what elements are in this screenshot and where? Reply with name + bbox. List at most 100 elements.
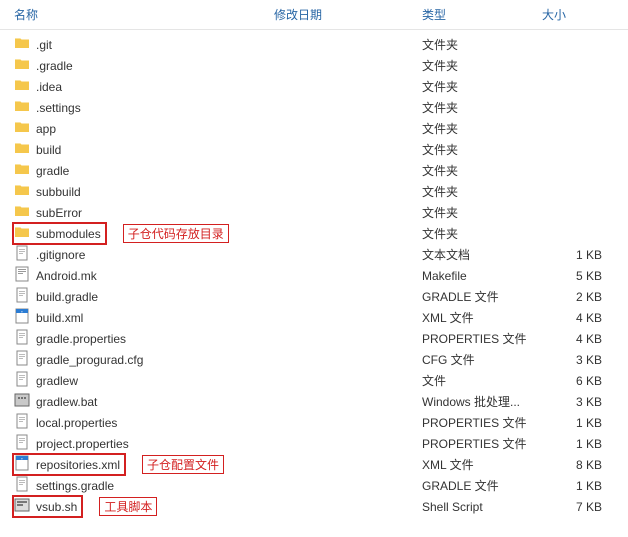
table-row[interactable]: .git 文件夹 [0, 34, 628, 55]
table-row[interactable]: settings.gradle GRADLE 文件1 KB [0, 475, 628, 496]
table-row[interactable]: app 文件夹 [0, 118, 628, 139]
annotation-label: 工具脚本 [99, 497, 157, 516]
table-row[interactable]: .gradle 文件夹 [0, 55, 628, 76]
file-list: .git文件夹.gradle文件夹.idea文件夹.settings文件夹app… [0, 30, 628, 517]
annotation-label: 子仓代码存放目录 [123, 224, 229, 243]
name-cell: settings.gradle [14, 476, 274, 495]
table-row[interactable]: .gitignore文本文档1 KB [0, 244, 628, 265]
sh-icon [14, 497, 30, 516]
name-cell: subError [14, 203, 274, 222]
file-name: build.xml [36, 311, 83, 325]
table-row[interactable]: gradle.properties PROPERTIES 文件4 KB [0, 328, 628, 349]
xml-icon: e [14, 308, 30, 327]
header-name[interactable]: 名称 [14, 6, 274, 23]
table-row[interactable]: ebuild.xmlXML 文件4 KB [0, 307, 628, 328]
file-name: .git [36, 38, 52, 52]
file-name: gradle.properties [36, 332, 126, 346]
type-cell: 文件夹 [422, 162, 542, 179]
header-type[interactable]: 类型 [422, 6, 542, 23]
type-cell: GRADLE 文件 [422, 477, 542, 494]
type-cell: 文件夹 [422, 99, 542, 116]
type-cell: PROPERTIES 文件 [422, 330, 542, 347]
header-date[interactable]: 修改日期 [274, 6, 422, 23]
file-name: gradlew [36, 374, 78, 388]
file-name: local.properties [36, 416, 117, 430]
file-name: gradle [36, 164, 69, 178]
type-cell: 文件夹 [422, 78, 542, 95]
text-icon [14, 371, 30, 390]
table-row[interactable]: gradle 文件夹 [0, 160, 628, 181]
name-cell: local.properties [14, 413, 274, 432]
type-cell: Windows 批处理... [422, 393, 542, 410]
file-name: project.properties [36, 437, 129, 451]
table-row[interactable]: subbuild文件夹 [0, 181, 628, 202]
size-cell: 1 KB [542, 479, 612, 493]
name-cell: build [14, 140, 274, 159]
type-cell: 文本文档 [422, 246, 542, 263]
table-row[interactable]: subError文件夹 [0, 202, 628, 223]
table-row[interactable]: local.properties PROPERTIES 文件1 KB [0, 412, 628, 433]
table-row[interactable]: .settings 文件夹 [0, 97, 628, 118]
file-name: app [36, 122, 56, 136]
type-cell: Shell Script [422, 500, 542, 514]
size-cell: 1 KB [542, 416, 612, 430]
table-row[interactable]: gradlew 文件6 KB [0, 370, 628, 391]
file-name: build [36, 143, 61, 157]
size-cell: 4 KB [542, 332, 612, 346]
file-name: .gradle [36, 59, 73, 73]
folder-icon [14, 161, 30, 180]
type-cell: 文件夹 [422, 183, 542, 200]
file-name: vsub.sh [36, 500, 77, 514]
folder-icon [14, 56, 30, 75]
name-cell: gradle [14, 161, 274, 180]
file-name: .settings [36, 101, 81, 115]
name-cell: app [14, 119, 274, 138]
bat-icon [14, 392, 30, 411]
name-cell: e build.xml [14, 308, 274, 327]
folder-icon [14, 77, 30, 96]
table-row[interactable]: gradle_progurad.cfgCFG 文件3 KB [0, 349, 628, 370]
folder-icon [14, 119, 30, 138]
file-name: subError [36, 206, 82, 220]
header-size[interactable]: 大小 [542, 6, 612, 23]
table-row[interactable]: .idea 文件夹 [0, 76, 628, 97]
file-name: .idea [36, 80, 62, 94]
name-cell: .idea [14, 77, 274, 96]
table-row[interactable]: gradlew.batWindows 批处理...3 KB [0, 391, 628, 412]
type-cell: 文件夹 [422, 36, 542, 53]
highlight-box: vsub.sh [12, 495, 83, 518]
table-row[interactable]: build文件夹 [0, 139, 628, 160]
type-cell: 文件 [422, 372, 542, 389]
table-row[interactable]: Android.mkMakefile5 KB [0, 265, 628, 286]
file-name: gradlew.bat [36, 395, 97, 409]
text-icon [14, 476, 30, 495]
name-cell: Android.mk [14, 266, 274, 285]
type-cell: PROPERTIES 文件 [422, 414, 542, 431]
table-row[interactable]: vsub.sh工具脚本Shell Script7 KB [0, 496, 628, 517]
type-cell: GRADLE 文件 [422, 288, 542, 305]
name-cell: erepositories.xml子仓配置文件 [14, 453, 274, 476]
size-cell: 6 KB [542, 374, 612, 388]
table-row[interactable]: erepositories.xml子仓配置文件 XML 文件8 KB [0, 454, 628, 475]
name-cell: .settings [14, 98, 274, 117]
size-cell: 8 KB [542, 458, 612, 472]
type-cell: 文件夹 [422, 225, 542, 242]
type-cell: CFG 文件 [422, 351, 542, 368]
name-cell: gradle.properties [14, 329, 274, 348]
table-row[interactable]: project.propertiesPROPERTIES 文件1 KB [0, 433, 628, 454]
folder-icon [14, 98, 30, 117]
table-row[interactable]: build.gradleGRADLE 文件2 KB [0, 286, 628, 307]
type-cell: 文件夹 [422, 120, 542, 137]
size-cell: 1 KB [542, 248, 612, 262]
file-name: gradle_progurad.cfg [36, 353, 143, 367]
name-cell: gradlew.bat [14, 392, 274, 411]
type-cell: 文件夹 [422, 57, 542, 74]
text-icon [14, 245, 30, 264]
folder-icon [14, 182, 30, 201]
size-cell: 1 KB [542, 437, 612, 451]
table-row[interactable]: submodules子仓代码存放目录文件夹 [0, 223, 628, 244]
type-cell: XML 文件 [422, 456, 542, 473]
folder-icon [14, 140, 30, 159]
file-name: build.gradle [36, 290, 98, 304]
text-icon [14, 350, 30, 369]
